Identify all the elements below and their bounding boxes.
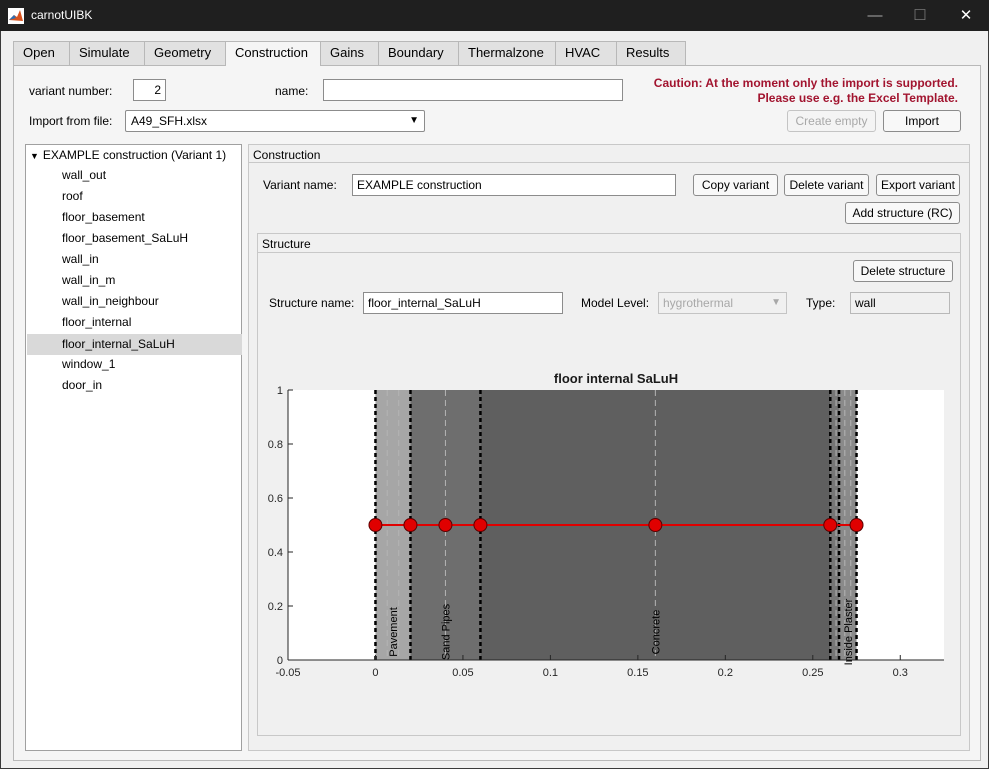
construction-panel-title: Construction xyxy=(253,148,321,162)
tree-item-window-1[interactable]: window_1 xyxy=(62,354,277,375)
node-point-6 xyxy=(849,518,864,532)
delete-structure-button[interactable]: Delete structure xyxy=(853,260,953,282)
export-variant-button[interactable]: Export variant xyxy=(876,174,960,196)
y-tick-label-0: 0 xyxy=(277,655,283,667)
create-empty-button[interactable]: Create empty xyxy=(787,110,876,132)
layer-label-2: Concrete xyxy=(650,610,662,655)
tree-item-floor-basement[interactable]: floor_basement xyxy=(62,207,277,228)
x-tick-label-2: 0.05 xyxy=(452,667,473,679)
tree-item-wall-in-m[interactable]: wall_in_m xyxy=(62,270,277,291)
chart-title: floor internal SaLuH xyxy=(554,371,678,386)
node-point-4 xyxy=(648,518,663,532)
tree-item-door-in[interactable]: door_in xyxy=(62,375,277,396)
y-tick-label-1: 0.2 xyxy=(268,601,283,613)
maximize-icon: ☐ xyxy=(913,7,927,24)
import-file-value: A49_SFH.xlsx xyxy=(131,114,208,128)
tab-hvac[interactable]: HVAC xyxy=(555,41,617,65)
node-point-1 xyxy=(403,518,418,532)
x-tick-label-0: -0.05 xyxy=(275,667,300,679)
construction-tree[interactable]: ▼ EXAMPLE construction (Variant 1) wall_o… xyxy=(25,144,242,751)
tree-item-wall-in-neighbour[interactable]: wall_in_neighbour xyxy=(62,291,277,312)
node-point-2 xyxy=(438,518,453,532)
tree-item-roof[interactable]: roof xyxy=(62,186,277,207)
copy-variant-button[interactable]: Copy variant xyxy=(693,174,778,196)
structure-panel-header xyxy=(258,234,960,253)
node-point-0 xyxy=(368,518,383,532)
structure-name-field[interactable]: floor_internal_SaLuH xyxy=(363,292,563,314)
minimize-icon: — xyxy=(867,7,883,24)
import-from-file-label: Import from file: xyxy=(29,114,113,128)
tab-boundary[interactable]: Boundary xyxy=(378,41,459,65)
window-title: carnotUIBK xyxy=(31,8,93,22)
name-label: name: xyxy=(275,84,309,98)
chevron-down-icon: ▼ xyxy=(771,297,781,308)
matlab-logo-icon xyxy=(8,8,24,24)
variant-number-label: variant number: xyxy=(29,84,113,98)
caution-message: Caution: At the moment only the import i… xyxy=(654,76,958,106)
tab-construction[interactable]: Construction xyxy=(225,41,321,66)
tree-item-floor-basement-saluh[interactable]: floor_basement_SaLuH xyxy=(62,228,277,249)
tree-item-floor-internal-saluh[interactable]: floor_internal_SaLuH xyxy=(27,334,242,355)
caution-line-1: Caution: At the moment only the import i… xyxy=(653,76,958,90)
maximize-button[interactable]: ☐ xyxy=(897,0,943,31)
y-tick-label-2: 0.4 xyxy=(268,547,283,559)
node-point-3 xyxy=(473,518,488,532)
tab-thermalzone[interactable]: Thermalzone xyxy=(458,41,556,65)
structure-name-label: Structure name: xyxy=(269,296,355,310)
type-field: wall xyxy=(850,292,950,314)
type-label: Type: xyxy=(806,296,836,310)
variant-name-field[interactable]: EXAMPLE construction xyxy=(352,174,676,196)
expand-triangle-icon[interactable]: ▼ xyxy=(30,151,39,161)
node-point-5 xyxy=(823,518,838,532)
model-level-dropdown[interactable]: hygrothermal ▼ xyxy=(658,292,787,314)
layer-label-1: Sand Pipes xyxy=(440,603,452,660)
close-icon: ✕ xyxy=(959,7,973,24)
delete-variant-button[interactable]: Delete variant xyxy=(784,174,869,196)
layer-label-0: Pavement xyxy=(388,607,400,657)
y-tick-label-4: 0.8 xyxy=(268,439,283,451)
y-tick-label-3: 0.6 xyxy=(268,493,283,505)
minimize-button[interactable]: — xyxy=(852,0,898,31)
chevron-down-icon: ▼ xyxy=(409,115,419,126)
tree-item-floor-internal[interactable]: floor_internal xyxy=(62,312,277,333)
title-bar: carnotUIBK — ☐ ✕ xyxy=(0,0,989,31)
x-tick-label-5: 0.2 xyxy=(718,667,733,679)
y-tick-label-5: 1 xyxy=(277,385,283,397)
variant-name-label: Variant name: xyxy=(263,178,337,192)
add-structure-button[interactable]: Add structure (RC) xyxy=(845,202,960,224)
import-file-dropdown[interactable]: A49_SFH.xlsx ▼ xyxy=(125,110,425,132)
caution-line-2: Please use e.g. the Excel Template. xyxy=(757,91,958,105)
structure-panel-title: Structure xyxy=(262,237,311,251)
tab-results[interactable]: Results xyxy=(616,41,686,65)
model-level-label: Model Level: xyxy=(581,296,650,310)
x-tick-label-3: 0.1 xyxy=(543,667,558,679)
tree-root[interactable]: ▼ EXAMPLE construction (Variant 1) xyxy=(30,145,226,166)
tree-item-wall-in[interactable]: wall_in xyxy=(62,249,277,270)
close-button[interactable]: ✕ xyxy=(943,0,989,31)
construction-panel-header xyxy=(249,145,969,163)
x-tick-label-6: 0.25 xyxy=(802,667,823,679)
layers-group: Pavement Sand Pipes Concrete Inside Plaster xyxy=(368,390,864,665)
tab-geometry[interactable]: Geometry xyxy=(144,41,226,65)
model-level-value: hygrothermal xyxy=(663,296,734,310)
tab-gains[interactable]: Gains xyxy=(320,41,379,65)
name-field[interactable] xyxy=(323,79,623,101)
tab-open[interactable]: Open xyxy=(13,41,70,65)
x-tick-label-7: 0.3 xyxy=(893,667,908,679)
tree-root-label: EXAMPLE construction (Variant 1) xyxy=(42,148,227,162)
variant-number-field[interactable]: 2 xyxy=(133,79,166,101)
x-tick-label-1: 0 xyxy=(372,667,378,679)
x-tick-label-4: 0.15 xyxy=(627,667,648,679)
tree-item-wall-out[interactable]: wall_out xyxy=(62,165,277,186)
layer-chart: Pavement Sand Pipes Concrete Inside Plaster… xyxy=(268,371,944,679)
tab-simulate[interactable]: Simulate xyxy=(69,41,145,65)
import-button[interactable]: Import xyxy=(883,110,961,132)
layer-label-4: Inside Plaster xyxy=(843,598,855,665)
